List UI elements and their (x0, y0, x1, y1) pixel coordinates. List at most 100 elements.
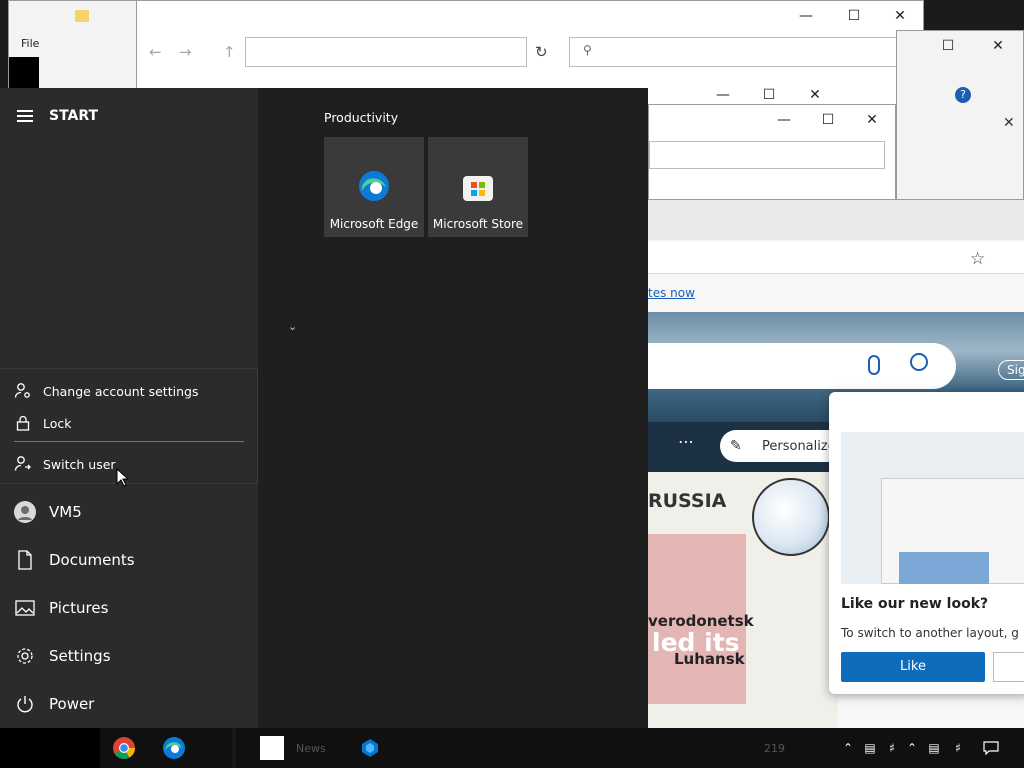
dialog2-input[interactable] (649, 141, 885, 169)
documents-label: Documents (49, 551, 135, 569)
store-icon (461, 169, 495, 207)
avatar (14, 501, 36, 523)
right-close-button[interactable]: ✕ (983, 31, 1013, 61)
dialog2-minimize-button[interactable]: — (761, 105, 807, 135)
search-icon: ⚲ (583, 43, 592, 57)
group-title: Productivity (324, 110, 399, 125)
like-button[interactable]: Like (841, 652, 985, 682)
taskbar-divider (232, 728, 236, 768)
folder-icon (75, 10, 89, 22)
lock-item[interactable]: Lock (0, 408, 258, 438)
lock-label: Lock (43, 415, 72, 431)
window-right-stack: ☐ ✕ ? ✕ (896, 30, 1024, 200)
dialog2-close-button[interactable]: ✕ (849, 105, 895, 135)
volume-icon[interactable]: ♯ (884, 740, 900, 756)
user-name-label: VM5 (49, 503, 82, 521)
news-widget-count[interactable]: 219 (764, 742, 785, 755)
right-maximize-button[interactable]: ☐ (933, 31, 963, 61)
documents-item[interactable]: Documents (0, 536, 258, 584)
browser-toolbar (648, 200, 1024, 240)
up-arrow-icon[interactable]: ↑ (223, 43, 236, 61)
document-icon (14, 549, 36, 571)
taskbar-chrome-button[interactable] (100, 728, 148, 768)
sign-in-button[interactable]: Sign (998, 360, 1024, 380)
map-label-luhansk: Luhansk (674, 650, 745, 668)
window-minimize-button[interactable]: — (783, 1, 829, 31)
browser-address-area[interactable] (648, 242, 1024, 274)
dialog2-maximize-button[interactable]: ☐ (805, 105, 851, 135)
tile-microsoft-edge[interactable]: Microsoft Edge (324, 137, 424, 237)
account-settings-icon (14, 382, 32, 400)
switch-user-item[interactable]: Switch user (0, 449, 258, 479)
flyout-divider (14, 441, 244, 442)
start-rail: START Change account settings Lock Switc… (0, 88, 258, 728)
layout-preview-image (841, 432, 1024, 584)
window-close-button[interactable]: ✕ (877, 1, 923, 31)
network-icon-2[interactable]: ▤ (926, 740, 942, 756)
news-label[interactable]: News (296, 742, 326, 755)
tile-store-label: Microsoft Store (432, 217, 524, 231)
map-label-russia: RUSSIA (648, 490, 727, 512)
panel-close-icon[interactable]: ✕ (1003, 115, 1015, 131)
settings-item[interactable]: Settings (0, 632, 258, 680)
dislike-button[interactable] (993, 652, 1024, 682)
explorer-menu-file[interactable]: File (21, 37, 39, 50)
start-header-label: START (49, 108, 99, 124)
refresh-icon[interactable]: ↻ (535, 43, 548, 61)
pictures-item[interactable]: Pictures (0, 584, 258, 632)
tiles-area: Productivity Microsoft Edge Microsoft St… (258, 88, 648, 728)
back-arrow-icon[interactable]: ← (149, 43, 162, 61)
taskbar: News 219 ⌃ ▤ ♯ ⌃ ▤ ♯ (0, 728, 1024, 768)
pictures-label: Pictures (49, 599, 109, 617)
switch-user-icon (14, 455, 32, 473)
globe-icon (752, 478, 830, 556)
explorer-window-back: File (8, 0, 148, 91)
picture-icon (14, 597, 36, 619)
tile-edge-label: Microsoft Edge (329, 217, 419, 231)
favorite-star-icon[interactable]: ☆ (970, 249, 985, 269)
power-label: Power (49, 695, 95, 713)
start-area[interactable] (0, 728, 100, 768)
network-icon[interactable]: ▤ (862, 740, 878, 756)
power-icon (14, 693, 36, 715)
chevron-down-icon[interactable]: ⌄ (288, 320, 297, 333)
search-box[interactable] (569, 37, 911, 67)
action-center-icon[interactable] (982, 740, 1000, 756)
edge-icon (163, 737, 185, 759)
edge-icon (357, 169, 391, 207)
more-options-icon[interactable]: ⋯ (678, 432, 694, 451)
notification-link[interactable]: tes now (648, 286, 695, 300)
popup-title: Like our new look? (841, 596, 989, 612)
personalize-label: Personalize (762, 438, 836, 454)
taskbar-edge-button[interactable] (150, 728, 198, 768)
start-menu: START Change account settings Lock Switc… (0, 88, 648, 728)
taskbar-azure-button[interactable] (346, 728, 394, 768)
chevron-up-icon-2[interactable]: ⌃ (904, 740, 920, 756)
hamburger-icon (17, 110, 33, 122)
forward-arrow-icon[interactable]: → (179, 43, 192, 61)
web-search-box[interactable] (648, 343, 956, 389)
window-maximize-button[interactable]: ☐ (831, 1, 877, 31)
dialog-window-2: — ☐ ✕ (648, 104, 896, 200)
settings-label: Settings (49, 647, 111, 665)
personalize-icon: ✎ (730, 438, 742, 454)
chrome-icon (113, 737, 135, 759)
switch-user-label: Switch user (43, 456, 116, 472)
web-search-icon[interactable] (910, 353, 928, 371)
help-icon[interactable]: ? (955, 87, 971, 103)
hamburger-menu-button[interactable]: START (0, 96, 258, 136)
change-account-settings-item[interactable]: Change account settings (0, 376, 258, 406)
black-strip (9, 57, 39, 91)
chevron-up-icon[interactable]: ⌃ (840, 740, 856, 756)
volume-icon-2[interactable]: ♯ (950, 740, 966, 756)
file-explorer-icon (260, 736, 284, 760)
microphone-icon[interactable] (868, 355, 880, 375)
lock-icon (14, 414, 32, 432)
taskbar-file-explorer-button[interactable] (248, 728, 296, 768)
user-account-item[interactable]: VM5 (0, 488, 258, 536)
address-bar[interactable] (245, 37, 527, 67)
power-item[interactable]: Power (0, 680, 258, 728)
gear-icon (14, 645, 36, 667)
new-look-popup: Like our new look? To switch to another … (829, 392, 1024, 694)
tile-microsoft-store[interactable]: Microsoft Store (428, 137, 528, 237)
